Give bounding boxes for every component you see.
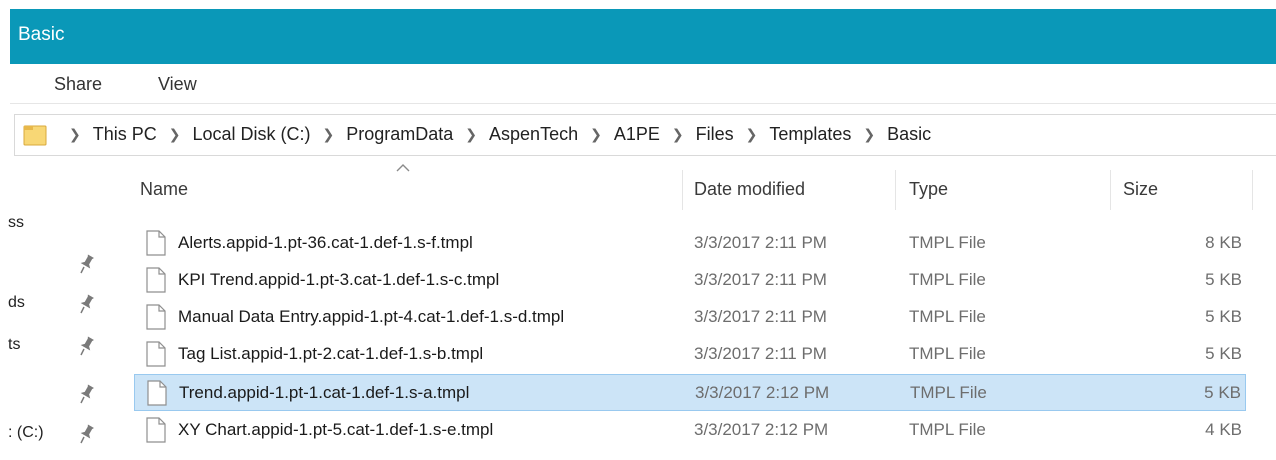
file-type: TMPL File [909,307,986,326]
breadcrumb-templates[interactable]: Templates [769,124,851,145]
file-icon [146,304,166,330]
file-icon [146,230,166,256]
chevron-up-icon [396,164,410,172]
nav-item-label: : (C:) [8,424,44,441]
nav-item[interactable] [0,248,108,284]
column-divider[interactable] [895,170,896,210]
nav-item-label: ts [8,336,21,353]
chevron-right-icon[interactable]: ❯ [672,126,684,143]
column-header-date-modified[interactable]: Date modified [694,164,805,214]
nav-item-label: ds [8,294,25,311]
nav-item[interactable] [0,378,108,414]
address-bar[interactable]: ❯ This PC ❯ Local Disk (C:) ❯ ProgramDat… [14,114,1276,156]
file-row[interactable]: Manual Data Entry.appid-1.pt-4.cat-1.def… [134,299,1246,336]
file-type: TMPL File [909,233,986,252]
file-row[interactable]: Alerts.appid-1.pt-36.cat-1.def-1.s-f.tmp… [134,225,1246,262]
file-size: 4 KB [1205,420,1242,439]
chevron-right-icon[interactable]: ❯ [863,126,875,143]
breadcrumb: ❯ This PC ❯ Local Disk (C:) ❯ ProgramDat… [57,124,931,145]
breadcrumb-files[interactable]: Files [696,124,734,145]
tab-view[interactable]: View [158,74,197,95]
breadcrumb-local-disk[interactable]: Local Disk (C:) [192,124,310,145]
file-date-modified: 3/3/2017 2:12 PM [695,383,830,402]
file-row-selected[interactable]: Trend.appid-1.pt-1.cat-1.def-1.s-a.tmpl … [134,374,1246,411]
navigation-pane: ss ds ts : (C:) [0,160,108,460]
column-divider[interactable] [1252,170,1253,210]
file-date-modified: 3/3/2017 2:11 PM [694,344,827,363]
file-size: 5 KB [1205,307,1242,326]
breadcrumb-basic[interactable]: Basic [887,124,931,145]
nav-item[interactable]: ss [0,208,108,244]
breadcrumb-a1pe[interactable]: A1PE [614,124,660,145]
column-header-type[interactable]: Type [909,164,948,214]
file-size: 5 KB [1205,270,1242,289]
file-icon [147,380,167,406]
breadcrumb-aspentech[interactable]: AspenTech [489,124,578,145]
file-date-modified: 3/3/2017 2:11 PM [694,270,827,289]
column-divider[interactable] [682,170,683,210]
breadcrumb-this-pc[interactable]: This PC [93,124,157,145]
file-icon [146,417,166,443]
chevron-right-icon[interactable]: ❯ [69,126,81,143]
file-row[interactable]: XY Chart.appid-1.pt-5.cat-1.def-1.s-e.tm… [134,412,1246,449]
chevron-right-icon[interactable]: ❯ [590,126,602,143]
file-date-modified: 3/3/2017 2:11 PM [694,233,827,252]
pin-icon[interactable] [78,383,96,405]
nav-item[interactable]: ds [0,288,108,324]
file-name: Manual Data Entry.appid-1.pt-4.cat-1.def… [178,307,565,326]
column-header-row: Name Date modified Type Size [130,164,1260,214]
file-name: Trend.appid-1.pt-1.cat-1.def-1.s-a.tmpl [179,383,470,402]
breadcrumb-programdata[interactable]: ProgramData [346,124,453,145]
file-type: TMPL File [910,383,987,402]
file-size: 8 KB [1205,233,1242,252]
file-date-modified: 3/3/2017 2:12 PM [694,420,829,439]
chevron-right-icon[interactable]: ❯ [323,126,335,143]
column-header-size[interactable]: Size [1123,164,1158,214]
file-icon [146,267,166,293]
file-size: 5 KB [1205,344,1242,363]
chevron-right-icon[interactable]: ❯ [169,126,181,143]
file-icon [146,341,166,367]
file-row[interactable]: Tag List.appid-1.pt-2.cat-1.def-1.s-b.tm… [134,336,1246,373]
file-type: TMPL File [909,270,986,289]
title-bar: Basic [10,9,1276,64]
ribbon: Share View [10,64,1276,104]
window-title: Basic [18,24,65,45]
nav-item[interactable]: : (C:) [0,418,108,454]
file-name: Alerts.appid-1.pt-36.cat-1.def-1.s-f.tmp… [178,233,473,252]
pin-icon[interactable] [78,253,96,275]
tab-share[interactable]: Share [54,74,102,95]
file-name: KPI Trend.appid-1.pt-3.cat-1.def-1.s-c.t… [178,270,500,289]
file-type: TMPL File [909,420,986,439]
file-size: 5 KB [1204,383,1241,402]
file-name: Tag List.appid-1.pt-2.cat-1.def-1.s-b.tm… [178,344,484,363]
nav-item[interactable]: ts [0,330,108,366]
chevron-right-icon[interactable]: ❯ [746,126,758,143]
file-type: TMPL File [909,344,986,363]
pin-icon[interactable] [78,293,96,315]
nav-item-label: ss [8,214,24,231]
column-divider[interactable] [1110,170,1111,210]
file-date-modified: 3/3/2017 2:11 PM [694,307,827,326]
pin-icon[interactable] [78,335,96,357]
file-name: XY Chart.appid-1.pt-5.cat-1.def-1.s-e.tm… [178,420,494,439]
folder-icon [23,125,47,146]
column-header-name[interactable]: Name [140,164,188,214]
chevron-right-icon[interactable]: ❯ [465,126,477,143]
pin-icon[interactable] [78,423,96,445]
file-row[interactable]: KPI Trend.appid-1.pt-3.cat-1.def-1.s-c.t… [134,262,1246,299]
